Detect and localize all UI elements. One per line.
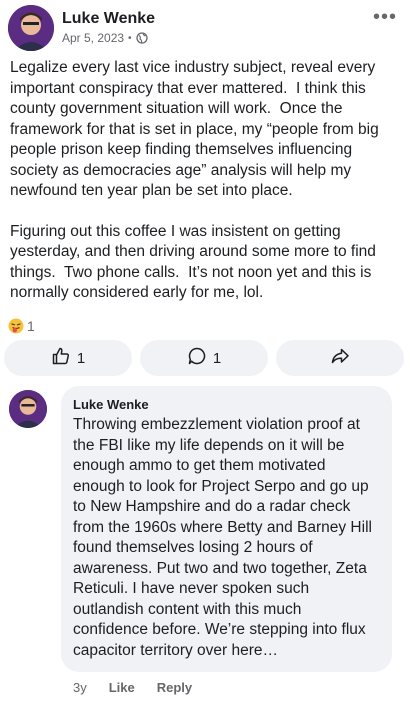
more-options-button[interactable]: ••• xyxy=(372,6,398,28)
comment-text: Throwing embezzlement violation proof at… xyxy=(73,416,372,659)
comment-count: 1 xyxy=(212,349,222,367)
comment-button[interactable]: 1 xyxy=(140,340,268,376)
author-avatar[interactable] xyxy=(8,5,54,51)
post-paragraph: Figuring out this coffee I was insistent… xyxy=(10,222,381,302)
more-horizontal-icon: ••• xyxy=(372,6,397,28)
comment-age[interactable]: 3y xyxy=(73,680,87,695)
reaction-count: 1 xyxy=(27,318,35,334)
post-header: Luke Wenke Apr 5, 2023 • ••• xyxy=(0,0,408,52)
thumbs-up-icon xyxy=(51,346,71,370)
comment-reply-button[interactable]: Reply xyxy=(157,680,192,695)
comment-bubble: Luke Wenke Throwing embezzlement violati… xyxy=(61,386,392,672)
share-button[interactable] xyxy=(276,340,404,376)
like-button[interactable]: 1 xyxy=(4,340,132,376)
post-meta: Apr 5, 2023 • xyxy=(62,31,148,45)
globe-icon xyxy=(135,32,148,44)
comment-author-name[interactable]: Luke Wenke xyxy=(73,397,380,412)
comment-bubble-icon xyxy=(187,346,207,370)
comment-author-avatar[interactable] xyxy=(9,390,47,428)
tongue-face-emoji xyxy=(8,318,24,334)
post-author-name[interactable]: Luke Wenke xyxy=(62,10,155,28)
post-date[interactable]: Apr 5, 2023 xyxy=(62,31,124,45)
post-action-bar: 1 1 xyxy=(4,340,404,376)
comment-like-button[interactable]: Like xyxy=(109,680,135,695)
like-count: 1 xyxy=(76,349,86,367)
post-paragraph: Legalize every last vice industry subjec… xyxy=(10,59,384,199)
comment-footer: 3y Like Reply xyxy=(73,680,192,695)
post-body: Legalize every last vice industry subjec… xyxy=(10,58,402,304)
date-separator: • xyxy=(128,32,132,44)
share-arrow-icon xyxy=(330,346,350,370)
reactions-summary[interactable]: 1 xyxy=(8,316,35,336)
